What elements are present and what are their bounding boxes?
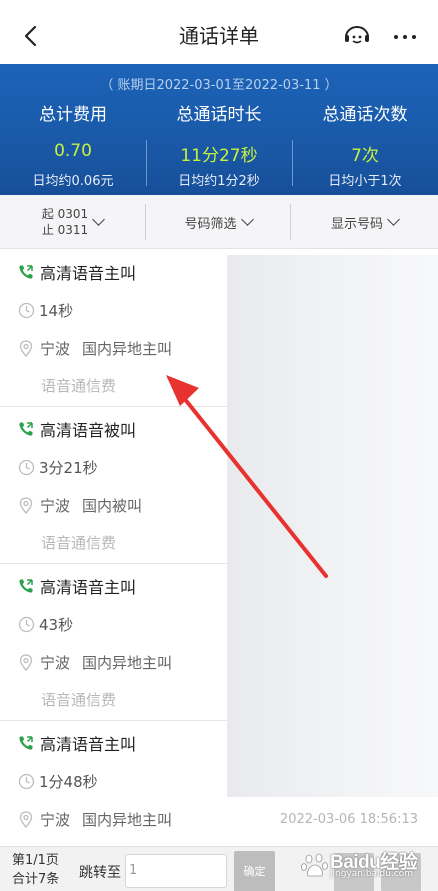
baidu-watermark: Baidu经验 jingyan.baidu.com	[300, 844, 430, 884]
call-kind: 国内异地主叫	[82, 653, 173, 672]
total-duration-label: 总通话时长	[176, 105, 262, 125]
page-title: 通话详单	[179, 24, 259, 48]
call-type: 高清语音主叫	[40, 735, 137, 754]
back-arrow-icon[interactable]	[18, 22, 46, 50]
number-filter-dropdown[interactable]: 号码筛选	[146, 195, 290, 249]
total-duration: 总通话时长 11分27秒 日均约1分2秒	[146, 64, 292, 195]
start-date: 起 0301	[41, 207, 89, 221]
call-location: 宁波	[40, 339, 71, 358]
total-cost-value: 0.70	[54, 141, 92, 161]
total-duration-value: 11分27秒	[180, 146, 258, 166]
total-count: 合计7条	[12, 872, 60, 887]
total-cost-daily: 日均约0.06元	[32, 174, 114, 189]
more-icon[interactable]	[392, 22, 418, 50]
list-item[interactable]: 高清语音被叫 3分21秒 宁波 国内被叫 语音通信费	[0, 407, 227, 564]
total-cost-label: 总计费用	[39, 105, 107, 125]
location-pin-icon	[19, 339, 33, 357]
fee-type: 语音通信费	[41, 690, 117, 709]
number-filter-label: 号码筛选	[184, 216, 237, 232]
paw-icon	[301, 853, 328, 877]
jump-page-input[interactable]: 1	[125, 854, 227, 888]
clock-icon	[18, 773, 35, 789]
show-number-dropdown[interactable]: 显示号码	[291, 195, 438, 249]
total-cost: 总计费用 0.70 日均约0.06元	[0, 64, 146, 195]
list-item[interactable]: 高清语音主叫 1分48秒 宁波 国内异地主叫	[0, 721, 227, 846]
bill-summary: （ 账期日2022-03-01至2022-03-11 ） 总计费用 0.70 日…	[0, 64, 438, 195]
list-item[interactable]: 高清语音主叫 43秒 宁波 国内异地主叫 语音通信费	[0, 564, 227, 721]
call-duration: 43秒	[39, 615, 74, 634]
location-pin-icon	[19, 810, 33, 828]
phone-call-icon	[19, 736, 33, 750]
phone-call-icon	[19, 265, 33, 279]
call-type: 高清语音主叫	[40, 264, 137, 283]
call-kind: 国内异地主叫	[82, 339, 173, 358]
clock-icon	[18, 302, 35, 318]
call-duration: 1分48秒	[39, 772, 98, 791]
nav-bar: 通话详单	[0, 8, 438, 64]
list-item[interactable]: 高清语音主叫 14秒 宁波 国内异地主叫 语音通信费	[0, 250, 227, 407]
call-kind: 国内被叫	[82, 496, 143, 515]
date-range-filter[interactable]: 起 0301 止 0311	[0, 195, 145, 249]
chevron-down-icon	[240, 212, 254, 226]
total-calls: 总通话次数 7次 日均小于1次	[292, 64, 438, 195]
call-kind: 国内异地主叫	[82, 810, 173, 829]
clock-icon	[18, 616, 35, 632]
location-pin-icon	[19, 653, 33, 671]
call-timestamp: 2022-03-06 18:56:13	[279, 812, 418, 827]
call-type: 高清语音被叫	[40, 421, 137, 440]
clock-icon	[18, 459, 35, 475]
page-number: 第1/1页	[12, 853, 59, 868]
call-type: 高清语音主叫	[40, 578, 137, 597]
phone-call-icon	[19, 422, 33, 436]
total-calls-value: 7次	[351, 146, 379, 166]
fee-type: 语音通信费	[41, 533, 117, 552]
chevron-down-icon	[387, 212, 400, 226]
jump-label: 跳转至	[79, 865, 121, 881]
call-duration: 3分21秒	[39, 458, 98, 477]
fee-type: 语音通信费	[41, 376, 117, 395]
status-bar	[0, 0, 438, 8]
chevron-down-icon	[92, 212, 106, 226]
show-number-label: 显示号码	[330, 216, 383, 232]
call-location: 宁波	[40, 496, 71, 515]
total-duration-daily: 日均约1分2秒	[178, 174, 260, 189]
call-duration: 14秒	[39, 301, 74, 320]
detail-panel	[227, 255, 438, 797]
call-location: 宁波	[40, 653, 71, 672]
customer-service-icon[interactable]	[342, 22, 372, 50]
total-calls-label: 总通话次数	[322, 105, 408, 125]
page-info: 第1/1页 合计7条	[12, 851, 59, 889]
filter-bar: 起 0301 止 0311 号码筛选 显示号码	[0, 195, 438, 249]
watermark-url: jingyan.baidu.com	[330, 869, 414, 879]
confirm-button[interactable]: 确定	[234, 851, 275, 891]
phone-call-icon	[19, 579, 33, 593]
location-pin-icon	[19, 496, 33, 514]
end-date: 止 0311	[41, 223, 89, 237]
call-record-list: 高清语音主叫 14秒 宁波 国内异地主叫 语音通信费 高清语音被叫 3分21秒 …	[0, 250, 227, 846]
call-location: 宁波	[40, 810, 71, 829]
total-calls-daily: 日均小于1次	[328, 174, 402, 189]
